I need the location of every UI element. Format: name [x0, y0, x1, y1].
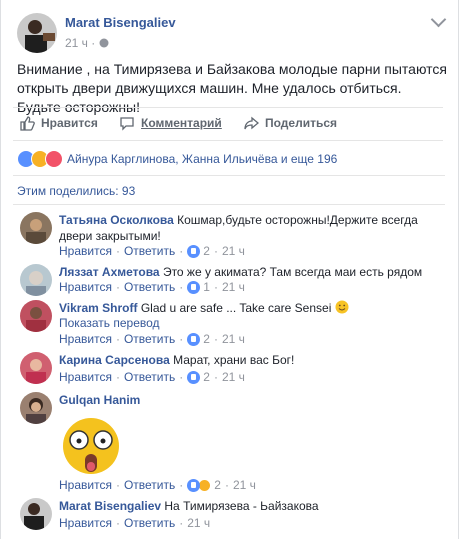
comment-reply-link[interactable]: Ответить: [124, 478, 175, 492]
comment-text: Это же у акимата? Там всегда маи есть ря…: [162, 265, 423, 279]
commenter-avatar[interactable]: [20, 300, 52, 332]
like-badge-icon: [187, 280, 201, 294]
like-button[interactable]: Нравится: [19, 115, 98, 131]
share-label: Поделиться: [265, 116, 338, 130]
share-button[interactable]: Поделиться: [243, 115, 337, 131]
like-label: Нравится: [41, 116, 98, 130]
shares-count[interactable]: Этим поделились: 93: [17, 184, 135, 198]
comment-like-count[interactable]: 2: [203, 370, 210, 384]
comment-meta: Нравится · Ответить · 2 · 21 ч: [59, 370, 245, 384]
commenter-avatar[interactable]: [20, 352, 52, 384]
comment-time[interactable]: 21 ч: [222, 332, 245, 346]
commenter-name[interactable]: Татьяна Осколкова: [59, 213, 174, 227]
comment-body: Ляззат Ахметова Это же у акимата? Там вс…: [59, 264, 444, 280]
comment-time[interactable]: 21 ч: [222, 280, 245, 294]
globe-icon: [99, 38, 109, 48]
divider: [13, 204, 445, 205]
comment-body: Gulqan Hanim: [59, 392, 444, 408]
commenter-avatar[interactable]: [20, 212, 52, 244]
comment-text: На Тимирязева - Ьайзакова: [164, 499, 319, 513]
comment-like-link[interactable]: Нравится: [59, 370, 112, 384]
comment-body: Татьяна Осколкова Кошмар,будьте осторожн…: [59, 212, 444, 244]
comment-text: Марат, храни вас Бог!: [173, 353, 295, 367]
comment-text: Glad u are safe ... Take care Sensei: [140, 301, 332, 315]
commenter-avatar[interactable]: [20, 498, 52, 530]
comment-reply-link[interactable]: Ответить: [124, 280, 175, 294]
comment-like-link[interactable]: Нравится: [59, 516, 112, 530]
comment-like-link[interactable]: Нравится: [59, 244, 112, 258]
commenter-name[interactable]: Ляззат Ахметова: [59, 265, 160, 279]
wow-badge-icon: [198, 478, 212, 492]
commenter-avatar[interactable]: [20, 264, 52, 296]
comment-time[interactable]: 21 ч: [222, 244, 245, 258]
comment-like-link[interactable]: Нравится: [59, 478, 112, 492]
comment-meta: Нравится · Ответить · 2 · 21 ч: [59, 478, 256, 492]
action-bar: Нравится Комментарий Поделиться: [13, 107, 443, 141]
chevron-down-icon[interactable]: [430, 11, 447, 28]
comment-like-count[interactable]: 2: [203, 244, 210, 258]
meta-separator: ·: [91, 36, 96, 50]
comment-label: Комментарий: [141, 116, 222, 130]
comment-like-link[interactable]: Нравится: [59, 280, 112, 294]
author-avatar[interactable]: [17, 13, 57, 53]
comment-body: Карина Сарсенова Марат, храни вас Бог!: [59, 352, 444, 368]
comment-meta: Нравится · Ответить · 21 ч: [59, 516, 211, 530]
commenter-avatar[interactable]: [20, 392, 52, 424]
comment-reply-link[interactable]: Ответить: [124, 370, 175, 384]
translate-link[interactable]: Показать перевод: [59, 316, 160, 330]
reactions-summary[interactable]: Айнура Карглинова, Жанна Ильичёва и еще …: [17, 150, 337, 168]
show-translation[interactable]: Показать перевод: [59, 316, 160, 330]
comment-like-count[interactable]: 1: [203, 280, 210, 294]
like-badge-icon: [187, 370, 201, 384]
reactions-text: Айнура Карглинова, Жанна Ильичёва и еще …: [67, 152, 338, 166]
commenter-name[interactable]: Карина Сарсенова: [59, 353, 170, 367]
post-time[interactable]: 21 ч: [65, 36, 88, 50]
author-name[interactable]: Marat Bisengaliev: [65, 15, 176, 30]
share-icon: [244, 116, 259, 130]
commenter-name[interactable]: Marat Bisengaliev: [59, 499, 161, 513]
comment-like-link[interactable]: Нравится: [59, 332, 112, 346]
shocked-sticker-icon: [63, 418, 119, 474]
comment-time[interactable]: 21 ч: [233, 478, 256, 492]
comment-meta: Нравится · Ответить · 2 · 21 ч: [59, 244, 245, 258]
comment-button[interactable]: Комментарий: [119, 115, 222, 131]
smile-emoji-icon: [335, 300, 349, 314]
comment-time[interactable]: 21 ч: [222, 370, 245, 384]
comment-like-count[interactable]: 2: [214, 478, 221, 492]
love-reaction-icon: [45, 150, 63, 168]
comment-body: Vikram Shroff Glad u are safe ... Take c…: [59, 300, 444, 316]
like-badge-icon: [187, 332, 201, 346]
comment-icon: [120, 117, 134, 131]
commenter-name[interactable]: Gulqan Hanim: [59, 393, 140, 407]
thumbs-up-icon: [20, 116, 35, 131]
comment-reply-link[interactable]: Ответить: [124, 244, 175, 258]
comment-meta: Нравится · Ответить · 2 · 21 ч: [59, 332, 245, 346]
comment-meta: Нравится · Ответить · 1 · 21 ч: [59, 280, 245, 294]
divider: [13, 175, 445, 176]
comment-body: Marat Bisengaliev На Тимирязева - Ьайзак…: [59, 498, 444, 514]
comment-like-count[interactable]: 2: [203, 332, 210, 346]
like-badge-icon: [187, 244, 201, 258]
comment-reply-link[interactable]: Ответить: [124, 332, 175, 346]
post-card: Marat Bisengaliev 21 ч · Внимание , на Т…: [0, 0, 459, 539]
comment-reply-link[interactable]: Ответить: [124, 516, 175, 530]
commenter-name[interactable]: Vikram Shroff: [59, 301, 137, 315]
post-meta: 21 ч ·: [65, 36, 109, 50]
like-badge-icon: [187, 478, 201, 492]
comment-time[interactable]: 21 ч: [187, 516, 210, 530]
